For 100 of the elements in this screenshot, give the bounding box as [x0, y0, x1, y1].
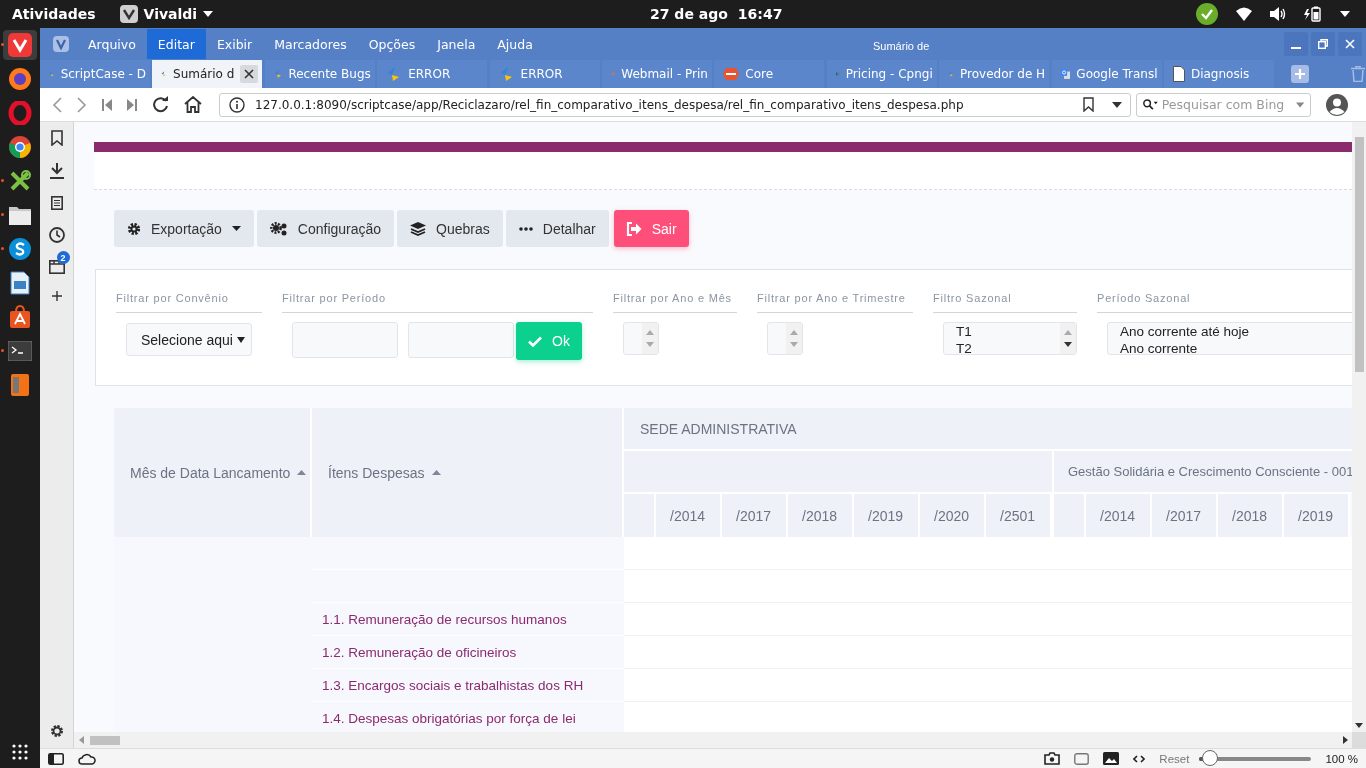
caret-icon: [203, 11, 214, 17]
panel-toggle-icon[interactable]: [48, 752, 64, 765]
toolbar-button[interactable]: Quebras: [397, 210, 503, 247]
browser-tab[interactable]: ScriptCase - D: [40, 60, 150, 88]
battery-icon[interactable]: [1304, 6, 1322, 22]
minimize-button[interactable]: [1284, 32, 1308, 56]
close-button[interactable]: [1338, 32, 1362, 56]
slider-thumb[interactable]: [1201, 749, 1218, 766]
down-arrow-icon[interactable]: [1355, 723, 1363, 728]
zoom-slider[interactable]: [1199, 749, 1312, 768]
search-field[interactable]: Pesquisar com Bing: [1136, 92, 1311, 117]
toolbar-button[interactable]: Exportação: [114, 210, 254, 247]
fast-forward-icon[interactable]: [127, 98, 137, 111]
back-icon[interactable]: [52, 96, 62, 113]
date-field[interactable]: [292, 322, 398, 358]
dock-launcher[interactable]: [3, 30, 37, 60]
browser-tab[interactable]: Webmail - Prin: [601, 60, 712, 88]
browser-tab[interactable]: Diagnosis: [1163, 60, 1274, 88]
home-icon[interactable]: [184, 96, 202, 113]
right-arrow-icon[interactable]: [1343, 736, 1348, 744]
more-icon: [518, 226, 533, 231]
vertical-scrollbar[interactable]: [1352, 122, 1366, 732]
list-box[interactable]: Ano corrente até hoje Ano corrente: [1107, 322, 1352, 355]
check-badge-icon[interactable]: [1196, 3, 1218, 25]
sort-up-icon: [431, 470, 441, 475]
scrollbar-thumb[interactable]: [1355, 137, 1364, 372]
menu-item[interactable]: Ajuda: [486, 29, 544, 59]
menu-item[interactable]: Opções: [357, 29, 427, 59]
search-icon: [1143, 97, 1158, 112]
list-box[interactable]: T1 T2: [943, 322, 1077, 355]
add-icon[interactable]: [51, 291, 62, 301]
column-header[interactable]: Mês de Data Lancamento: [114, 408, 312, 537]
date-field[interactable]: [408, 322, 514, 358]
notes-icon[interactable]: [50, 196, 63, 210]
activities-button[interactable]: Atividades: [12, 6, 96, 22]
settings-icon[interactable]: [49, 724, 64, 738]
bookmark-icon[interactable]: [1083, 97, 1094, 112]
download-icon[interactable]: [49, 163, 64, 179]
column-header: /2014: [656, 494, 722, 537]
browser-tab[interactable]: Google Transl: [1051, 60, 1162, 88]
tools-icon: [8, 169, 32, 193]
toolbar-button[interactable]: Detalhar: [505, 210, 609, 247]
browser-tab[interactable]: Core: [714, 60, 825, 88]
vivaldi-menu-icon[interactable]: [53, 36, 69, 52]
browser-tab[interactable]: Sumário d: [152, 60, 263, 88]
browser-tab[interactable]: Provedor de H: [939, 60, 1050, 88]
camera-icon[interactable]: [1044, 752, 1061, 765]
browser-tab[interactable]: Pricing - Cpngi: [826, 60, 937, 88]
caret-icon: [231, 226, 241, 231]
address-field[interactable]: 127.0.0.1:8090/scriptcase/app/Reciclazaro/rel_fin_comparativo_itens_despesa/rel_fin_comparativo_itens_despesa.php: [219, 92, 1131, 117]
code-icon[interactable]: [1133, 754, 1146, 763]
list-option[interactable]: Ano corrente até hoje: [1120, 323, 1352, 340]
wifi-icon[interactable]: [1236, 7, 1252, 21]
spin-field[interactable]: [623, 322, 659, 355]
column-header: /2019: [854, 494, 920, 537]
close-tab-button[interactable]: [240, 65, 259, 83]
window-panel-icon[interactable]: [48, 260, 65, 274]
menu-item[interactable]: Exibir: [205, 29, 264, 59]
volume-icon[interactable]: [1270, 7, 1286, 21]
select-field[interactable]: Selecione aqui: [126, 323, 252, 356]
new-tab-icon[interactable]: [1291, 65, 1310, 83]
cloud-icon[interactable]: [78, 752, 96, 765]
toolbar-button[interactable]: Configuração: [256, 210, 395, 247]
forward-icon[interactable]: [77, 96, 87, 113]
up-arrow-icon: [790, 329, 798, 335]
list-option[interactable]: T1: [956, 323, 1060, 340]
image-icon[interactable]: [1103, 752, 1120, 765]
browser-tab[interactable]: ERROR: [489, 60, 600, 88]
apps-grid-icon[interactable]: [12, 744, 28, 760]
time-label[interactable]: 16:47: [737, 6, 783, 22]
history-icon[interactable]: [48, 227, 65, 243]
sort-up-icon: [297, 470, 307, 475]
app-menu-label[interactable]: Vivaldi: [143, 6, 198, 22]
menu-item[interactable]: Arquivo: [77, 29, 147, 59]
avatar[interactable]: [1326, 93, 1348, 116]
dropdown-icon[interactable]: [1112, 101, 1122, 108]
menu-item[interactable]: Janela: [426, 29, 487, 59]
spin-field[interactable]: [767, 322, 803, 355]
date-label[interactable]: 27 de ago: [650, 6, 728, 22]
up-arrow-icon: [1064, 329, 1072, 335]
caret-icon[interactable]: [1340, 11, 1350, 17]
menu-item[interactable]: Marcadores: [263, 29, 358, 59]
horizontal-scrollbar[interactable]: [74, 732, 1352, 748]
reload-icon[interactable]: [152, 96, 169, 113]
list-option[interactable]: T2: [956, 340, 1060, 354]
column-header: /2014: [1086, 494, 1152, 537]
browser-tab[interactable]: ERROR: [377, 60, 488, 88]
column-header[interactable]: Ítens Despesas: [312, 408, 624, 537]
down-arrow-icon: [790, 342, 798, 348]
rewind-icon[interactable]: [102, 98, 112, 111]
bookmark-icon[interactable]: [50, 130, 63, 146]
menu-item[interactable]: Editar: [146, 29, 206, 59]
list-option[interactable]: Ano corrente: [1120, 340, 1352, 354]
zoom-reset-button[interactable]: Reset: [1159, 752, 1190, 765]
toolbar-button[interactable]: Sair: [613, 210, 689, 247]
window-icon[interactable]: [1074, 752, 1090, 765]
browser-tab[interactable]: Recente Bugs: [264, 60, 375, 88]
scrollbar-thumb[interactable]: [90, 735, 120, 745]
maximize-button[interactable]: [1311, 32, 1335, 56]
column-header: /2020: [920, 494, 986, 537]
